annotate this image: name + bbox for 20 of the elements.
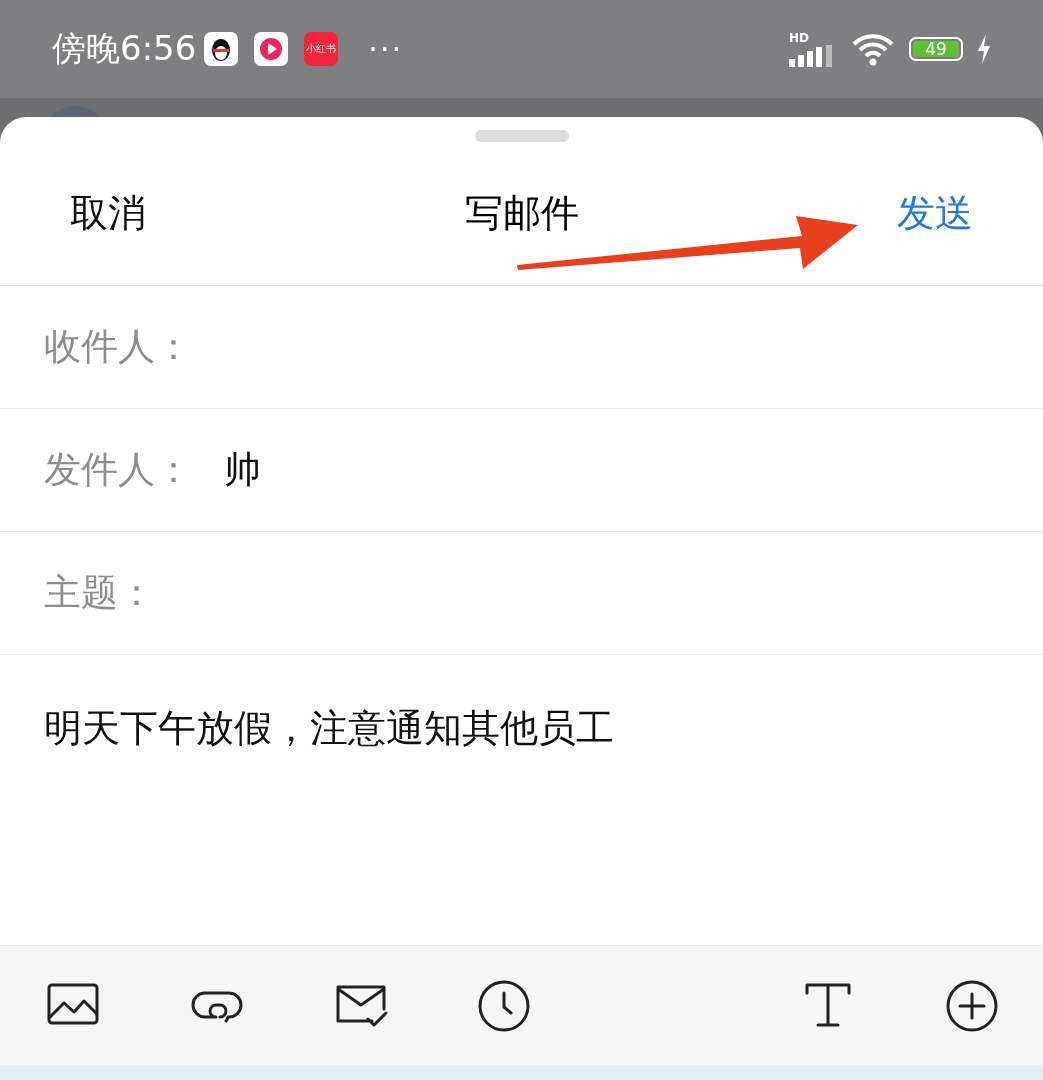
field-label: 发件人：: [44, 447, 193, 493]
message-body[interactable]: 明天下午放假，注意通知其他员工: [44, 706, 614, 750]
network-type-label: HD: [789, 31, 809, 45]
more-notifications-icon: ···: [368, 31, 403, 67]
send-button[interactable]: 发送: [897, 188, 973, 239]
clock-icon[interactable]: [477, 978, 532, 1033]
add-icon[interactable]: [945, 978, 999, 1033]
field-label: 收件人：: [44, 324, 193, 370]
wifi-icon: [851, 32, 895, 66]
status-time: 傍晚6:56: [52, 27, 197, 70]
play-app-icon: [254, 32, 289, 66]
drag-handle[interactable]: [474, 130, 569, 142]
app-icon: 小红书: [304, 32, 339, 66]
field-value[interactable]: 帅: [224, 445, 261, 495]
cancel-button[interactable]: 取消: [70, 188, 146, 239]
signal-icon: [789, 45, 835, 67]
penguin-app-icon: [204, 32, 239, 66]
compose-title: 写邮件: [464, 190, 579, 237]
field-label: 主题：: [44, 570, 156, 616]
battery-icon: 49: [909, 37, 963, 61]
